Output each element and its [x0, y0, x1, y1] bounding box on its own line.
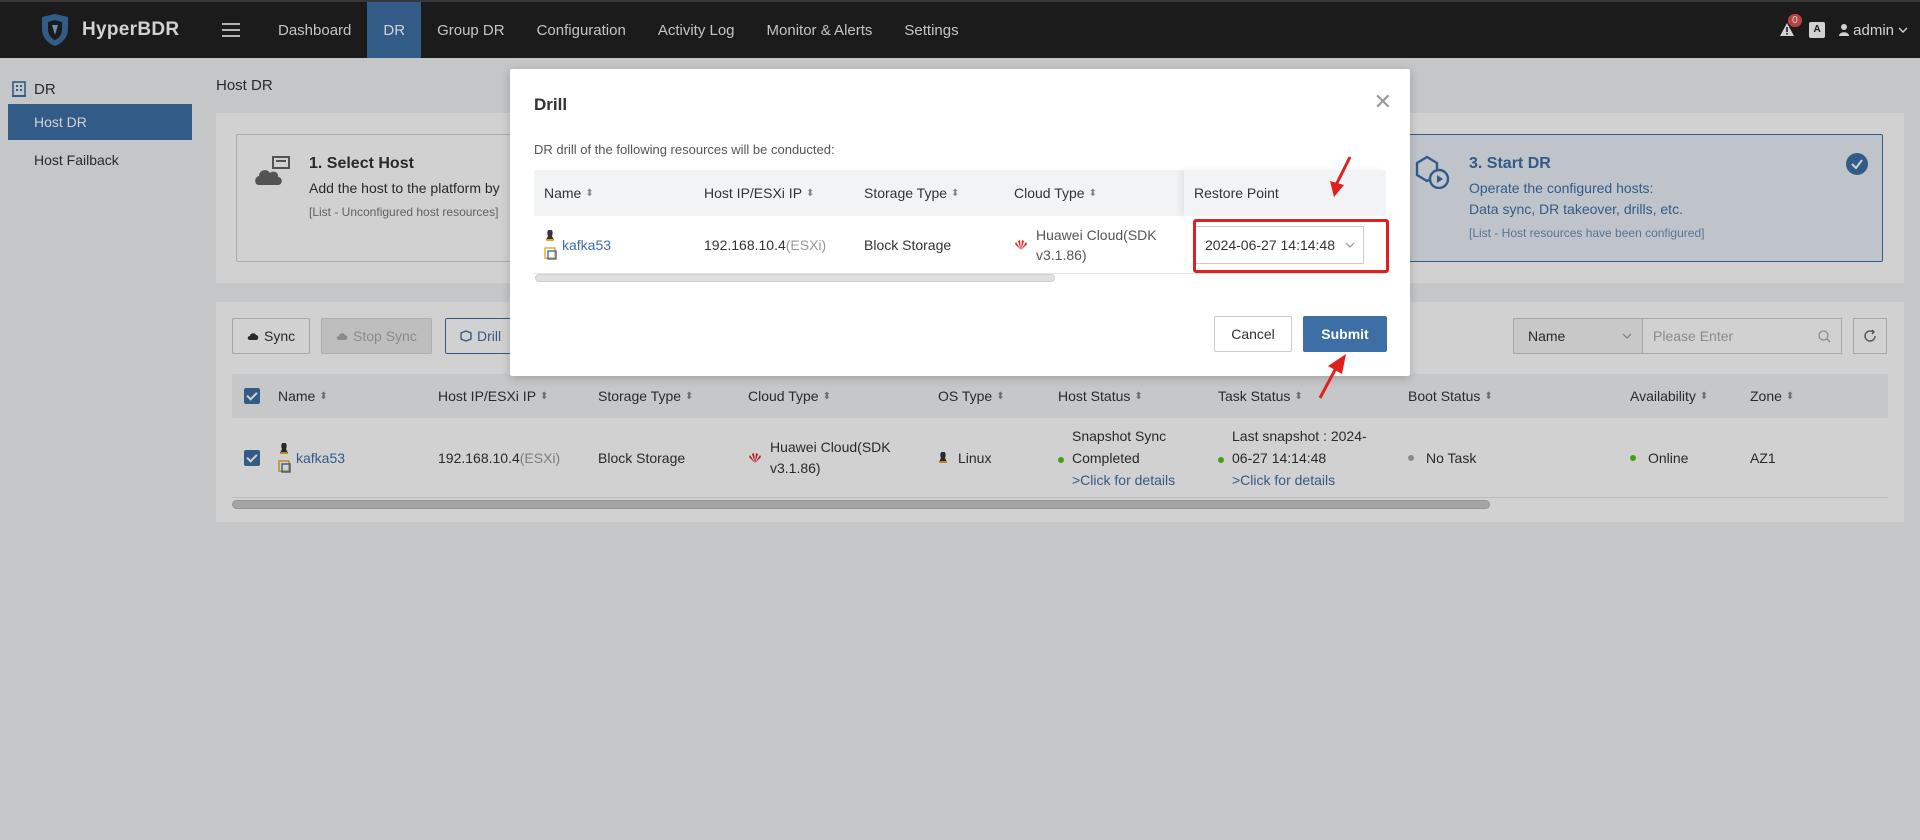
modal-col-cloud-type[interactable]: Cloud Type ⬍ [1004, 170, 1184, 216]
modal-col-name[interactable]: Name ⬍ [534, 170, 694, 216]
linux-vm-icon [544, 229, 557, 260]
modal-description: DR drill of the following resources will… [534, 142, 835, 157]
modal-row-cloud-cell: Huawei Cloud(SDK v3.1.86) [1004, 216, 1184, 273]
submit-button[interactable]: Submit [1303, 316, 1387, 352]
modal-col-host-ip[interactable]: Host IP/ESXi IP ⬍ [694, 170, 854, 216]
modal-table-scrollbar[interactable] [535, 274, 1055, 282]
annotation-arrow-down [1330, 156, 1352, 197]
modal-title: Drill [534, 95, 568, 114]
restore-point-highlight [1193, 219, 1389, 273]
cancel-button[interactable]: Cancel [1214, 316, 1292, 352]
modal-col-storage-type[interactable]: Storage Type ⬍ [854, 170, 1004, 216]
modal-host-name-link[interactable]: kafka53 [562, 237, 611, 253]
huawei-icon [1015, 239, 1027, 250]
modal-row-name-cell: kafka53 [534, 216, 694, 273]
drill-modal: Drill ✕ DR drill of the following resour… [510, 69, 1410, 399]
drill-table-header: Name ⬍ Host IP/ESXi IP ⬍ Storage Type ⬍ Clo… [534, 170, 1386, 216]
modal-row-ip-cell: 192.168.10.4 (ESXi) [704, 236, 827, 253]
modal-row-storage-cell: Block Storage [864, 236, 952, 253]
close-icon[interactable]: ✕ [1374, 89, 1392, 115]
annotation-arrow-up [1318, 354, 1346, 399]
